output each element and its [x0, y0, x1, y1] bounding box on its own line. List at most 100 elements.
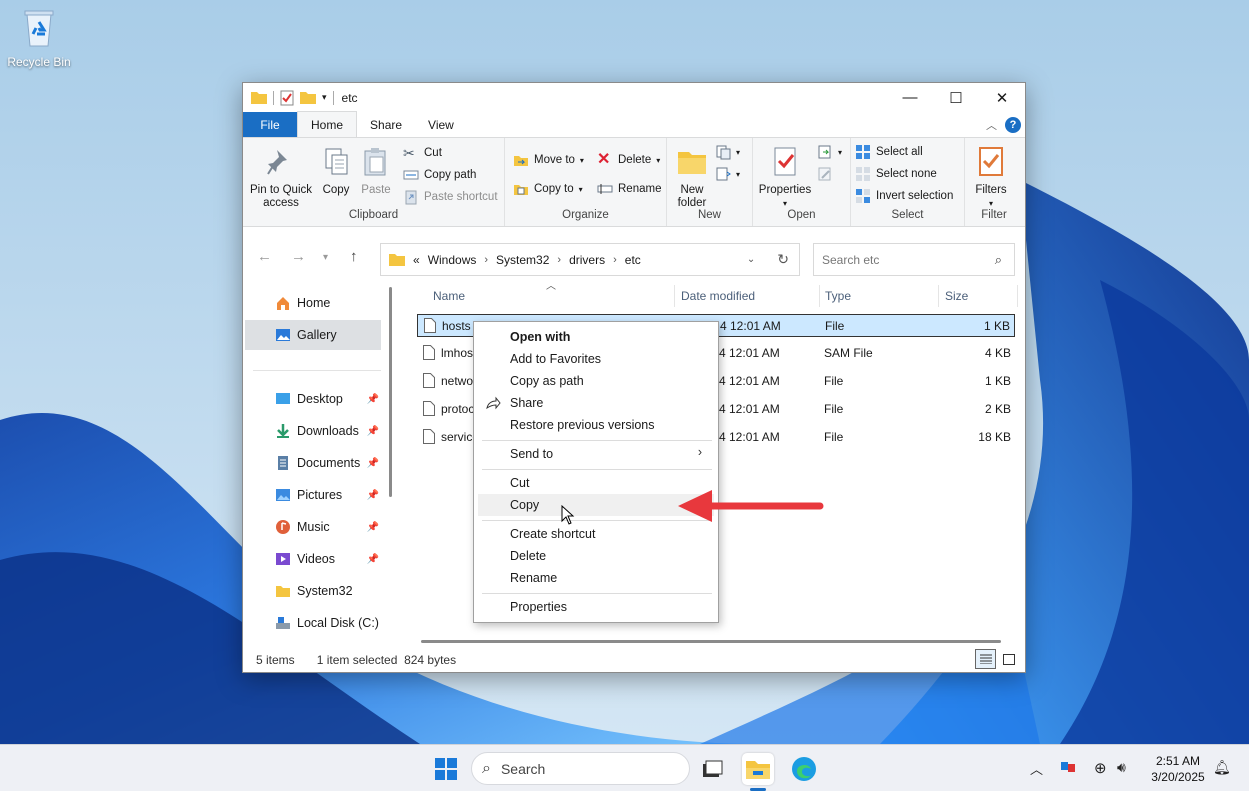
sidebar-item-system32[interactable]: System32	[245, 576, 381, 606]
details-view-button[interactable]	[975, 649, 996, 669]
paste-shortcut-button[interactable]: Paste shortcut	[403, 189, 498, 205]
menu-item-share[interactable]: Share	[478, 392, 714, 414]
taskbar-search-input[interactable]: Search	[501, 761, 545, 777]
large-icons-view-button[interactable]	[998, 649, 1019, 669]
menu-item-add-to-favorites[interactable]: Add to Favorites	[478, 348, 714, 370]
new-item-button[interactable]: ▾	[715, 144, 740, 160]
recent-locations-button[interactable]: ▾	[323, 252, 328, 263]
select-all-button[interactable]: Select all	[855, 144, 923, 160]
sidebar-item-pictures[interactable]: Pictures 📌	[245, 480, 381, 510]
forward-button[interactable]: →	[291, 248, 306, 265]
paste-button[interactable]: Paste	[359, 146, 393, 197]
start-button[interactable]	[430, 753, 462, 785]
back-button[interactable]: ←	[257, 248, 272, 265]
edit-button[interactable]	[817, 166, 833, 182]
column-header-date[interactable]: Date modified	[681, 289, 755, 303]
properties-button[interactable]: Properties ▾	[755, 146, 815, 210]
column-header-type[interactable]: Type	[825, 289, 851, 303]
copy-path-button[interactable]: Copy path	[403, 167, 476, 183]
status-bar: 5 items 1 item selected 824 bytes	[243, 647, 1025, 672]
column-header-size[interactable]: Size	[945, 289, 968, 303]
breadcrumb-etc[interactable]: etc	[625, 253, 641, 267]
volume-icon[interactable]: 🔊︎	[1117, 759, 1126, 776]
breadcrumb-system32[interactable]: System32	[496, 253, 549, 267]
edge-taskbar-button[interactable]	[788, 753, 820, 785]
share-icon	[486, 396, 501, 410]
nav-pane-scrollbar[interactable]	[389, 287, 392, 497]
edge-icon	[792, 757, 816, 781]
paste-shortcut-icon	[405, 190, 417, 205]
network-status-icon[interactable]	[1060, 759, 1076, 776]
invert-selection-button[interactable]: Invert selection	[855, 188, 953, 204]
menu-item-properties[interactable]: Properties	[478, 596, 714, 618]
select-none-button[interactable]: Select none	[855, 166, 937, 182]
wifi-icon[interactable]: ⊕	[1094, 759, 1107, 777]
task-view-button[interactable]	[696, 753, 728, 785]
column-header-name[interactable]: Name	[433, 289, 465, 303]
breadcrumb-overflow[interactable]: «	[413, 253, 420, 267]
select-all-label: Select all	[876, 146, 923, 158]
help-icon[interactable]: ?	[1005, 116, 1021, 133]
menu-item-copy-as-path[interactable]: Copy as path	[478, 370, 714, 392]
menu-item-restore-previous-versions[interactable]: Restore previous versions	[478, 414, 714, 436]
breadcrumb-windows[interactable]: Windows	[428, 253, 477, 267]
tab-home[interactable]: Home	[297, 111, 358, 137]
delete-button[interactable]: ✕ Delete ▾	[597, 152, 660, 168]
properties-icon[interactable]	[280, 90, 294, 106]
navigation-pane: Home Gallery Desktop 📌 Downloads 📌 Docum…	[243, 281, 398, 647]
new-folder-button[interactable]: New folder	[671, 146, 713, 210]
pin-to-quick-access-button[interactable]: Pin to Quick access	[247, 146, 315, 210]
tab-view[interactable]: View	[415, 112, 467, 137]
easy-access-button[interactable]: ▾	[715, 166, 740, 182]
sidebar-item-desktop[interactable]: Desktop 📌	[245, 384, 381, 414]
sidebar-item-videos[interactable]: Videos 📌	[245, 544, 381, 574]
sidebar-item-local-disk[interactable]: Local Disk (C:)	[245, 608, 381, 638]
up-button[interactable]: ↑	[350, 248, 358, 265]
refresh-icon[interactable]: ↻	[777, 251, 789, 268]
bell-icon[interactable]: 🔔︎	[1213, 759, 1231, 776]
show-hidden-icons-button[interactable]: ︿	[1030, 759, 1043, 778]
filters-button[interactable]: Filters ▾	[969, 146, 1013, 210]
move-to-button[interactable]: Move to ▾	[513, 152, 584, 168]
select-group-label: Select	[891, 209, 924, 221]
breadcrumb-drivers[interactable]: drivers	[569, 253, 605, 267]
sidebar-item-documents[interactable]: Documents 📌	[245, 448, 381, 478]
search-input[interactable]: Search etc	[822, 253, 879, 267]
sidebar-item-downloads[interactable]: Downloads 📌	[245, 416, 381, 446]
system-clock[interactable]: 2:51 AM 3/20/2025	[1148, 753, 1208, 785]
filter-group: Filters ▾ Filter	[965, 138, 1023, 226]
menu-item-rename[interactable]: Rename	[478, 567, 714, 589]
sidebar-item-gallery[interactable]: Gallery	[245, 320, 381, 350]
taskbar-search[interactable]: ⌕ Search	[471, 752, 690, 785]
tab-file[interactable]: File	[243, 112, 297, 137]
sidebar-item-home[interactable]: Home	[245, 288, 381, 318]
menu-item-label: Restore previous versions	[510, 418, 655, 432]
easy-access-icon	[716, 167, 731, 181]
cut-button[interactable]: ✂ Cut	[403, 145, 442, 161]
qat-dropdown-icon[interactable]: ▾	[322, 92, 327, 103]
copy-to-button[interactable]: Copy to ▾	[513, 181, 583, 197]
maximize-button[interactable]: ☐	[933, 83, 979, 112]
delete-icon: ✕	[597, 151, 611, 168]
recycle-bin-shortcut[interactable]: Recycle Bin	[6, 6, 72, 69]
menu-item-label: Delete	[510, 549, 547, 563]
rename-button[interactable]: Rename	[597, 181, 661, 197]
new-folder-icon[interactable]	[300, 91, 316, 104]
copy-button[interactable]: Copy	[319, 146, 353, 197]
search-box[interactable]: Search etc ⌕	[813, 243, 1015, 276]
menu-item-send-to[interactable]: Send to ›	[478, 443, 714, 465]
task-view-icon	[703, 760, 723, 777]
minimize-button[interactable]: —	[887, 83, 933, 112]
sidebar-item-music[interactable]: Music 📌	[245, 512, 381, 542]
file-explorer-taskbar-button[interactable]	[742, 753, 774, 785]
menu-item-delete[interactable]: Delete	[478, 545, 714, 567]
address-dropdown-icon[interactable]: ⌄	[747, 254, 755, 265]
address-bar[interactable]: « Windows › System32 › drivers › etc ⌄ ↻	[380, 243, 800, 276]
open-button[interactable]: ▾	[817, 144, 842, 160]
menu-item-open-with[interactable]: Open with	[478, 326, 714, 348]
tab-share[interactable]: Share	[357, 112, 415, 137]
close-button[interactable]: ✕	[979, 83, 1025, 112]
menu-item-create-shortcut[interactable]: Create shortcut	[478, 523, 714, 545]
file-list-scrollbar[interactable]	[421, 640, 1001, 643]
collapse-ribbon-icon[interactable]: ︿	[986, 117, 997, 133]
